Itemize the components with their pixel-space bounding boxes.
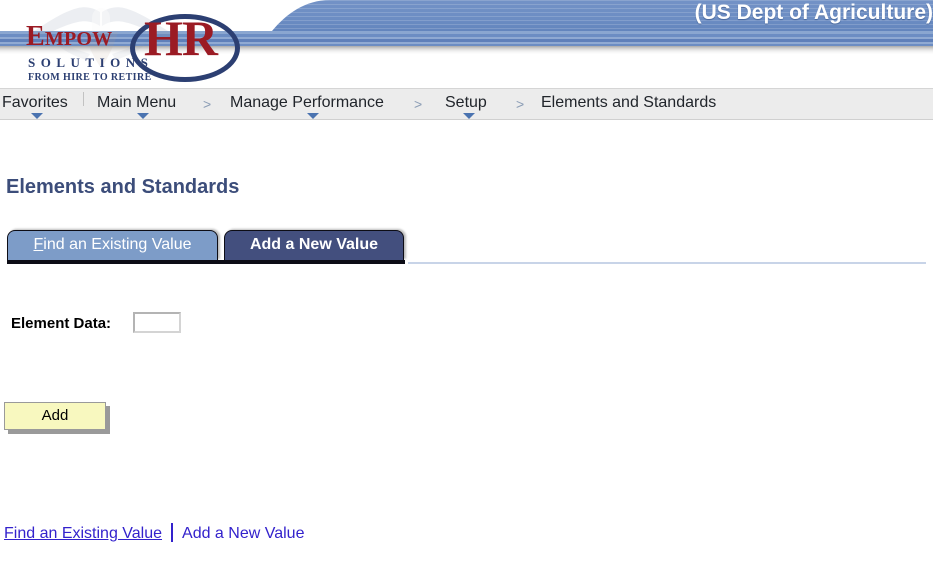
nav-caret-favorites-icon[interactable] [31,113,43,119]
nav-item-main-menu[interactable]: Main Menu [97,93,176,113]
nav-separator-1: > [203,96,212,112]
tab-find-label-rest: ind an Existing Value [43,236,192,253]
nav-caret-main-menu-icon[interactable] [137,113,149,119]
logo-empow-text: Empow [26,21,113,52]
logo-solutions-text: SOLUTIONS [28,55,154,70]
nav-caret-setup-icon[interactable] [463,113,475,119]
tab-strip: Find an Existing Value Add a New Value [0,230,933,264]
nav-caret-manage-performance-icon[interactable] [307,113,319,119]
tab-active-underline [7,260,405,264]
breadcrumb-nav-bar: Favorites Main Menu > Manage Performance… [0,88,933,120]
footer-link-separator [171,523,174,542]
nav-divider [83,92,84,106]
logo-hr-text: HR [144,10,218,66]
nav-separator-3: > [516,96,525,112]
logo-tagline-text: FROM HIRE TO RETIRE [28,72,152,83]
add-button-container: Add [4,402,110,434]
empowhr-logo: Empow HR SOLUTIONS FROM HIRE TO RETIRE [22,12,247,84]
element-data-label: Element Data: [11,315,112,332]
nav-item-elements-and-standards: Elements and Standards [541,94,717,111]
tab-horizontal-rule [408,262,926,264]
tab-find-accel-letter: F [33,236,44,253]
footer-links: Find an Existing Value Add a New Value [4,523,304,545]
footer-link-find-an-existing-value[interactable]: Find an Existing Value [4,525,162,542]
agency-title: (US Dept of Agriculture) [694,1,933,24]
page-title: Elements and Standards [6,176,240,199]
header-banner: Empow HR SOLUTIONS FROM HIRE TO RETIRE (… [0,0,933,88]
tab-find-label: Find an Existing Value [33,236,191,253]
add-button[interactable]: Add [4,402,106,430]
nav-item-manage-performance[interactable]: Manage Performance [230,93,384,113]
footer-link-add-a-new-value[interactable]: Add a New Value [182,525,304,542]
nav-item-setup[interactable]: Setup [445,93,487,113]
nav-separator-2: > [414,96,423,112]
tab-add-label: Add a New Value [249,236,379,253]
tab-add-a-new-value[interactable]: Add a New Value [224,230,404,260]
nav-item-favorites[interactable]: Favorites [2,93,68,113]
tab-find-an-existing-value[interactable]: Find an Existing Value [7,230,218,260]
element-data-input[interactable] [133,312,181,333]
